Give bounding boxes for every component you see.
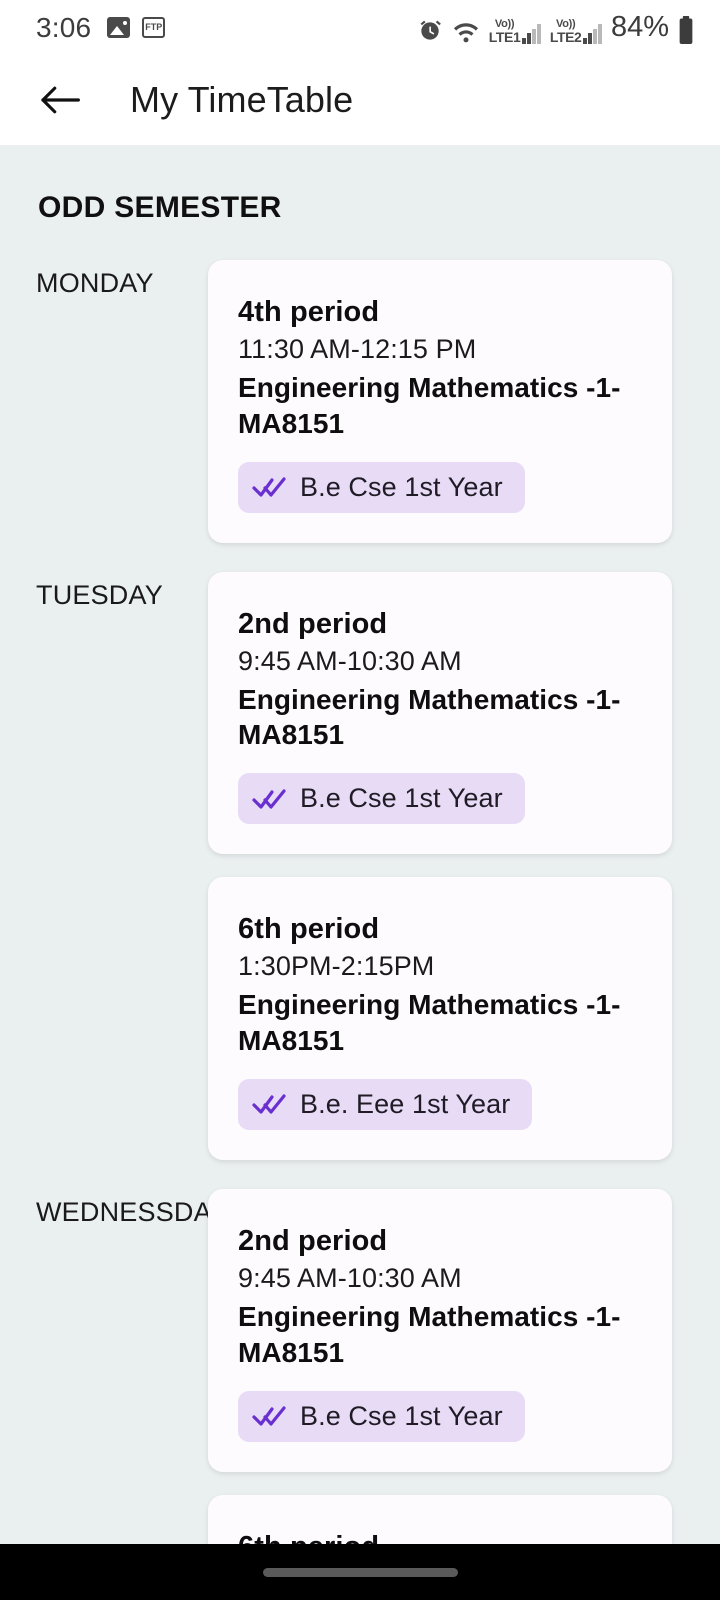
class-period: 2nd period (238, 607, 388, 640)
day-label: MONDAY (36, 268, 154, 298)
day-cards: 4th period 11:30 AM-12:15 PM Engineering… (208, 260, 672, 566)
class-subject: Engineering Mathematics -1- MA8151 (238, 1300, 621, 1368)
app-bar: My TimeTable (0, 55, 720, 145)
class-period: 6th period (238, 913, 380, 946)
sim1-signal: Vo)) LTE1 (489, 19, 541, 44)
chip-label: B.e Cse 1st Year (300, 1400, 503, 1431)
day-cards: 2nd period 9:45 AM-10:30 AM Engineering … (208, 571, 672, 1183)
double-check-icon (252, 1093, 286, 1115)
timetable-scroll-area[interactable]: ODD SEMESTER MONDAY 4th period 11:30 AM-… (0, 145, 720, 1600)
class-time: 9:45 AM-10:30 AM (238, 1262, 462, 1293)
class-time: 11:30 AM-12:15 PM (238, 334, 477, 364)
class-period: 2nd period (238, 1224, 388, 1257)
signal-bars-1 (522, 24, 541, 44)
ftp-icon: FTP (142, 17, 166, 38)
class-subject: Engineering Mathematics -1- MA8151 (238, 372, 621, 439)
double-check-icon (252, 1405, 286, 1427)
status-right-icons: Vo)) LTE1 Vo)) LTE2 84% (417, 11, 694, 44)
lte1-label: LTE1 (488, 29, 521, 45)
class-batch-chip[interactable]: B.e. Eee 1st Year (238, 1078, 533, 1130)
lte2-label: LTE2 (549, 29, 582, 45)
class-time: 9:45 AM-10:30 AM (238, 645, 462, 676)
chip-label: B.e Cse 1st Year (300, 783, 503, 814)
day-section-wednesday: WEDNESSDAY 2nd period 9:45 AM-10:30 AM E… (0, 1188, 720, 1564)
system-navigation-bar (0, 1544, 720, 1600)
day-cards: 2nd period 9:45 AM-10:30 AM Engineering … (208, 1188, 672, 1564)
status-clock: 3:06 (36, 11, 92, 43)
class-card[interactable]: 6th period 1:30PM-2:15PM Engineering Mat… (208, 877, 672, 1160)
class-card[interactable]: 4th period 11:30 AM-12:15 PM Engineering… (208, 260, 672, 543)
class-period: 4th period (238, 296, 380, 328)
double-check-icon (252, 788, 286, 810)
home-gesture-pill[interactable] (262, 1567, 458, 1577)
signal-bars-2 (583, 24, 602, 44)
class-batch-chip[interactable]: B.e Cse 1st Year (238, 773, 525, 825)
sim2-signal: Vo)) LTE2 (550, 19, 602, 44)
battery-icon (678, 16, 694, 44)
page-title: My TimeTable (130, 79, 354, 120)
day-section-tuesday: TUESDAY 2nd period 9:45 AM-10:30 AM Engi… (0, 571, 720, 1183)
class-subject: Engineering Mathematics -1- MA8151 (238, 683, 621, 751)
phone-screen: 3:06 FTP Vo)) LTE1 Vo)) LTE2 84% My Time… (0, 0, 720, 1600)
status-left-icons: FTP (107, 17, 166, 38)
image-icon (107, 17, 131, 38)
wifi-icon (452, 20, 480, 44)
day-section-monday: MONDAY 4th period 11:30 AM-12:15 PM Engi… (0, 260, 720, 566)
class-batch-chip[interactable]: B.e Cse 1st Year (238, 1390, 525, 1442)
class-card[interactable]: 2nd period 9:45 AM-10:30 AM Engineering … (208, 1188, 672, 1472)
double-check-icon (252, 476, 286, 498)
battery-percent: 84% (610, 11, 669, 43)
class-time: 1:30PM-2:15PM (238, 951, 435, 982)
class-subject: Engineering Mathematics -1- MA8151 (238, 989, 621, 1057)
chip-label: B.e. Eee 1st Year (300, 1088, 511, 1119)
day-label: WEDNESSDAY (36, 1196, 229, 1227)
class-batch-chip[interactable]: B.e Cse 1st Year (238, 461, 525, 513)
class-card[interactable]: 2nd period 9:45 AM-10:30 AM Engineering … (208, 571, 672, 855)
alarm-icon (417, 18, 443, 44)
chip-label: B.e Cse 1st Year (300, 471, 503, 502)
semester-heading: ODD SEMESTER (38, 191, 282, 224)
day-label: TUESDAY (36, 579, 163, 610)
status-bar: 3:06 FTP Vo)) LTE1 Vo)) LTE2 84% (0, 0, 720, 55)
back-arrow-icon[interactable] (34, 74, 86, 126)
